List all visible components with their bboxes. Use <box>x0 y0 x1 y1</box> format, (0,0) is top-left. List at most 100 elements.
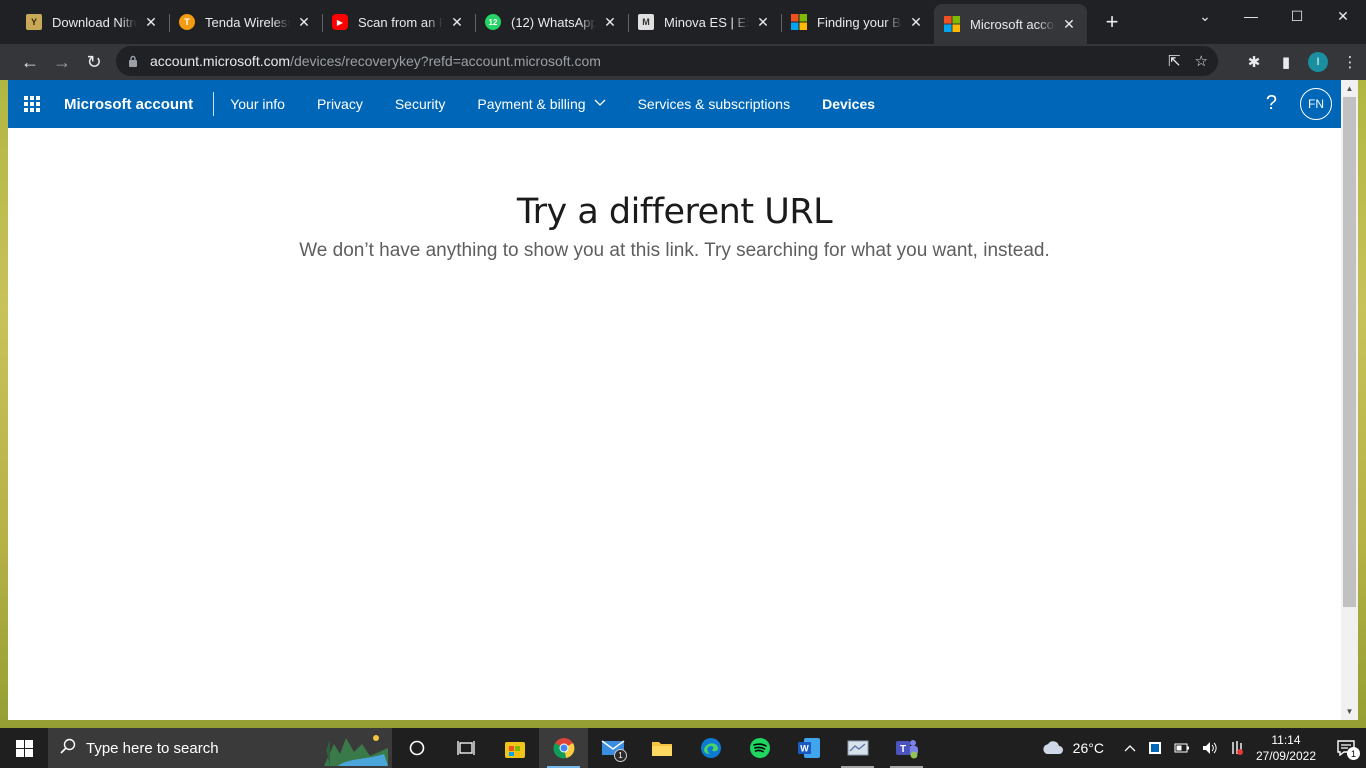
start-button[interactable] <box>0 728 48 768</box>
windows-taskbar: Type here to search 1 W T 26°C 11:14 27/… <box>0 728 1366 768</box>
tab-title: Download Nitro <box>52 14 137 30</box>
page-subtitle: We don’t have anything to show you at th… <box>299 240 1050 261</box>
dell-tray-icon[interactable] <box>1148 741 1162 755</box>
nav-devices[interactable]: Devices <box>822 96 875 112</box>
url-text: account.microsoft.com/devices/recoveryke… <box>150 53 601 69</box>
tab-close-icon[interactable]: ✕ <box>602 14 618 31</box>
scroll-up-icon[interactable]: ▲ <box>1341 80 1358 97</box>
page-title: Try a different URL <box>516 192 833 232</box>
temperature: 26°C <box>1072 740 1104 756</box>
lock-icon <box>128 54 140 68</box>
microsoft-store-icon[interactable] <box>490 728 539 768</box>
tab-search-icon[interactable]: ⌄ <box>1182 0 1228 32</box>
tab-close-icon[interactable]: ✕ <box>755 14 771 31</box>
tab-close-icon[interactable]: ✕ <box>908 14 924 31</box>
tab-title: Tenda Wireless R <box>205 14 290 30</box>
volume-icon[interactable] <box>1202 741 1218 755</box>
taskbar-apps: 1 W T <box>392 728 931 768</box>
tab-title: Microsoft accour <box>970 16 1055 32</box>
search-placeholder: Type here to search <box>86 739 219 757</box>
app-launcher-icon[interactable] <box>24 96 40 112</box>
forward-button[interactable]: → <box>46 46 78 78</box>
tab-tenda-wireless[interactable]: T Tenda Wireless R ✕ <box>169 4 322 40</box>
taskbar-search[interactable]: Type here to search <box>48 728 392 768</box>
brand-link[interactable]: Microsoft account <box>64 96 193 113</box>
minimize-button[interactable]: — <box>1228 0 1274 32</box>
nav-privacy[interactable]: Privacy <box>317 96 363 112</box>
microsoft-logo-icon <box>944 16 960 32</box>
header-divider <box>213 92 215 116</box>
tab-title: Minova ES | ESS <box>664 14 749 30</box>
scroll-down-icon[interactable]: ▼ <box>1341 703 1358 720</box>
account-avatar[interactable]: FN <box>1300 88 1332 120</box>
menu-kebab-icon[interactable]: ⋮ <box>1334 46 1366 78</box>
tab-close-icon[interactable]: ✕ <box>296 14 312 31</box>
extensions-icon[interactable]: ✱ <box>1238 46 1270 78</box>
nav-your-info[interactable]: Your info <box>230 96 285 112</box>
windows-logo-icon <box>15 739 33 757</box>
tab-close-icon[interactable]: ✕ <box>449 14 465 31</box>
weather-widget[interactable]: 26°C <box>1041 740 1104 756</box>
cortana-icon[interactable] <box>392 728 441 768</box>
tab-whatsapp[interactable]: 12 (12) WhatsApp ✕ <box>475 4 628 40</box>
omnibox-actions: ⇱ ☆ <box>1168 46 1208 76</box>
tab-youtube-scan[interactable]: ▶ Scan from an HP ✕ <box>322 4 475 40</box>
nav-services-subscriptions[interactable]: Services & subscriptions <box>638 96 791 112</box>
svg-text:T: T <box>899 744 905 755</box>
window-controls: ⌄ — ☐ ✕ <box>1182 0 1366 32</box>
profile-avatar[interactable]: I <box>1308 52 1328 72</box>
whatsapp-icon: 12 <box>485 14 501 30</box>
back-button[interactable]: ← <box>14 46 46 78</box>
nav-security[interactable]: Security <box>395 96 446 112</box>
nav-payment-billing-label: Payment & billing <box>477 96 586 112</box>
file-explorer-icon[interactable] <box>637 728 686 768</box>
url-path: /devices/recoverykey?refd=account.micros… <box>290 53 601 69</box>
help-icon[interactable]: ? <box>1266 92 1277 115</box>
word-icon[interactable]: W <box>784 728 833 768</box>
spotify-icon[interactable] <box>735 728 784 768</box>
battery-icon[interactable] <box>1174 742 1190 754</box>
chevron-down-icon <box>594 99 606 110</box>
teams-icon[interactable]: T <box>882 728 931 768</box>
input-indicator-icon[interactable] <box>1230 740 1244 756</box>
tab-download-nitro[interactable]: Y Download Nitro ✕ <box>16 4 169 40</box>
network-app-icon[interactable] <box>833 728 882 768</box>
tab-favicon-icon: Y <box>26 14 42 30</box>
mail-icon[interactable]: 1 <box>588 728 637 768</box>
error-content: Try a different URL We don’t have anythi… <box>8 128 1341 262</box>
page-viewport: Microsoft account Your info Privacy Secu… <box>8 80 1358 720</box>
close-window-button[interactable]: ✕ <box>1320 0 1366 32</box>
reload-button[interactable]: ↻ <box>78 46 110 78</box>
tab-close-icon[interactable]: ✕ <box>143 14 159 31</box>
tab-minova[interactable]: M Minova ES | ESS ✕ <box>628 4 781 40</box>
edge-icon[interactable] <box>686 728 735 768</box>
task-view-icon[interactable] <box>441 728 490 768</box>
clock-date: 27/09/2022 <box>1255 749 1316 763</box>
notification-count: 1 <box>1347 747 1360 760</box>
nav-payment-billing[interactable]: Payment & billing <box>477 96 606 112</box>
search-highlight-illustration-icon <box>324 730 388 766</box>
system-tray: 26°C 11:14 27/09/2022 1 <box>1035 728 1366 768</box>
show-hidden-icons-chevron-icon[interactable] <box>1124 744 1136 752</box>
search-icon <box>60 738 76 759</box>
tab-close-icon[interactable]: ✕ <box>1061 16 1077 33</box>
scrollbar-thumb[interactable] <box>1343 97 1356 607</box>
maximize-button[interactable]: ☐ <box>1274 0 1320 32</box>
url-host: account.microsoft.com <box>150 53 291 69</box>
share-icon[interactable]: ⇱ <box>1168 52 1181 70</box>
tab-finding-bitlocker[interactable]: Finding your BitL ✕ <box>781 4 934 40</box>
system-clock[interactable]: 11:14 27/09/2022 <box>1256 732 1316 764</box>
action-center-button[interactable]: 1 <box>1326 740 1366 760</box>
tabs: Y Download Nitro ✕ T Tenda Wireless R ✕ … <box>0 0 1127 44</box>
side-panel-icon[interactable]: ▮ <box>1270 46 1302 78</box>
tab-microsoft-account[interactable]: Microsoft accour ✕ <box>934 4 1087 44</box>
tab-title: Scan from an HP <box>358 14 443 30</box>
vertical-scrollbar[interactable]: ▲ ▼ <box>1341 80 1358 720</box>
bookmark-star-icon[interactable]: ☆ <box>1195 52 1208 70</box>
mail-badge: 1 <box>614 749 627 762</box>
clock-time: 11:14 <box>1271 733 1301 747</box>
tab-title: Finding your BitL <box>817 14 902 30</box>
address-bar[interactable]: account.microsoft.com/devices/recoveryke… <box>116 46 1218 76</box>
new-tab-button[interactable]: + <box>1097 4 1127 40</box>
chrome-taskbar-icon[interactable] <box>539 728 588 768</box>
